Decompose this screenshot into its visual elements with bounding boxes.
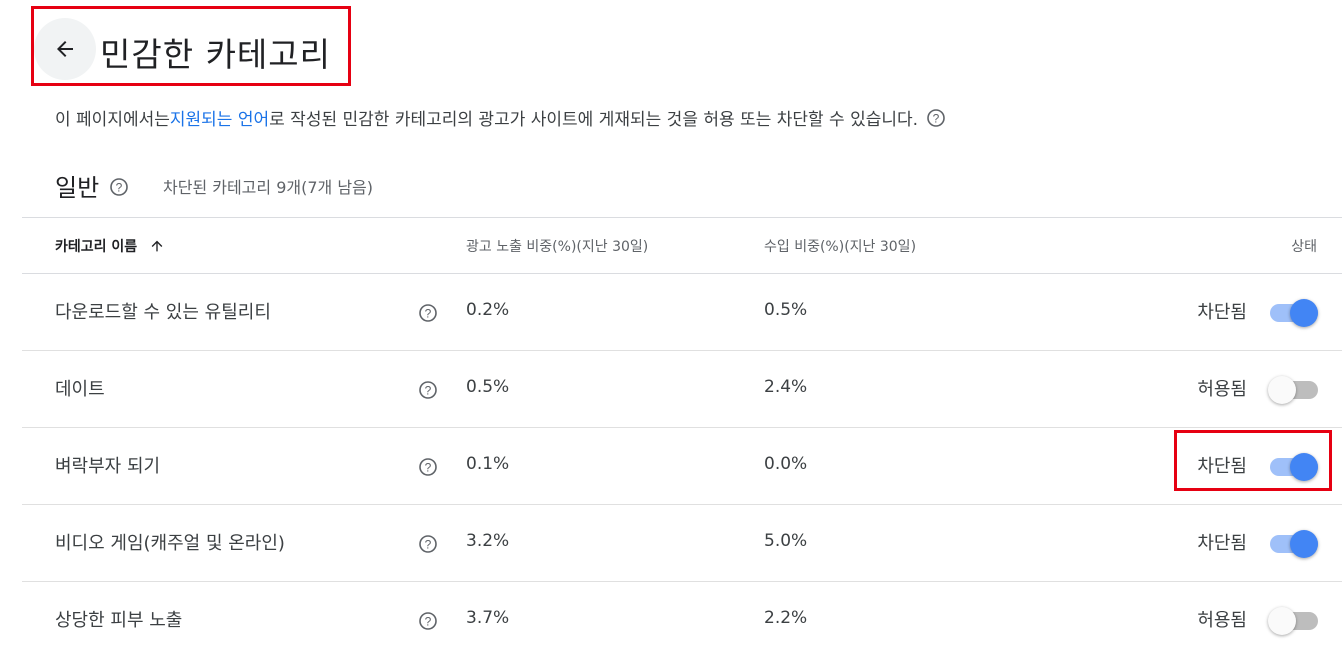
column-header-name[interactable]: 카테고리 이름 <box>55 236 165 256</box>
svg-text:?: ? <box>425 307 432 321</box>
revenue-share: 0.5% <box>764 300 808 320</box>
toggle-knob <box>1290 530 1318 558</box>
revenue-share: 2.2% <box>764 608 808 628</box>
impression-share: 3.7% <box>466 608 510 628</box>
help-circle-icon[interactable]: ? <box>418 611 438 636</box>
table-row: 다운로드할 수 있는 유틸리티? 0.2% 0.5% 차단됨 <box>22 274 1342 351</box>
impression-share: 0.1% <box>466 454 510 474</box>
category-name: 상당한 피부 노출 <box>55 610 183 631</box>
svg-text:?: ? <box>425 538 432 552</box>
status-toggle[interactable] <box>1269 294 1321 330</box>
blocked-summary: 차단된 카테고리 9개(7개 남음) <box>163 178 374 197</box>
table-row: 상당한 피부 노출? 3.7% 2.2% 허용됨 <box>22 582 1342 659</box>
svg-text:?: ? <box>116 181 123 195</box>
help-circle-icon[interactable]: ? <box>418 380 438 405</box>
table-row: 벼락부자 되기? 0.1% 0.0% 차단됨 <box>22 428 1342 505</box>
categories-table: 카테고리 이름 광고 노출 비중(%)(지난 30일) 수입 비중(%)(지난 … <box>22 217 1342 659</box>
help-circle-icon[interactable]: ? <box>418 457 438 482</box>
page-title: 민감한 카테고리 <box>100 35 332 74</box>
status-toggle[interactable] <box>1268 371 1321 407</box>
table-row: 비디오 게임(캐주얼 및 온라인)? 3.2% 5.0% 차단됨 <box>22 505 1342 582</box>
impression-share: 0.5% <box>466 377 510 397</box>
column-header-name-label: 카테고리 이름 <box>55 239 138 255</box>
section-help-icon[interactable]: ? <box>109 177 129 201</box>
revenue-share: 0.0% <box>764 454 808 474</box>
status-toggle[interactable] <box>1268 602 1321 638</box>
impression-share: 3.2% <box>466 531 510 551</box>
table-row: 데이트? 0.5% 2.4% 허용됨 <box>22 351 1342 428</box>
revenue-share: 2.4% <box>764 377 808 397</box>
svg-text:?: ? <box>425 461 432 475</box>
svg-text:?: ? <box>425 615 432 629</box>
section-title: 일반 <box>55 174 100 202</box>
toggle-knob <box>1268 376 1296 404</box>
back-button[interactable] <box>34 18 96 80</box>
status-label: 허용됨 <box>1197 610 1247 631</box>
supported-languages-link[interactable]: 지원되는 언어 <box>170 105 269 130</box>
category-name: 데이트 <box>55 379 105 400</box>
impression-share: 0.2% <box>466 300 510 320</box>
arrow-up-icon <box>151 240 163 252</box>
description-text-before: 이 페이지에서는 <box>55 110 170 130</box>
revenue-share: 5.0% <box>764 531 808 551</box>
status-label: 차단됨 <box>1197 533 1247 554</box>
category-name: 다운로드할 수 있는 유틸리티 <box>55 302 271 323</box>
toggle-knob <box>1268 607 1296 635</box>
table-body: 다운로드할 수 있는 유틸리티? 0.2% 0.5% 차단됨 데이트? 0.5% 2.4% 허… <box>22 274 1342 659</box>
column-header-status: 상태 <box>1291 239 1317 255</box>
status-label: 차단됨 <box>1197 302 1247 323</box>
table-header: 카테고리 이름 광고 노출 비중(%)(지난 30일) 수입 비중(%)(지난 … <box>22 217 1342 274</box>
description-text-after: 로 작성된 민감한 카테고리의 광고가 사이트에 게재되는 것을 허용 또는 차… <box>269 110 919 130</box>
status-label: 허용됨 <box>1197 379 1247 400</box>
arrow-left-icon <box>57 41 73 57</box>
category-name: 벼락부자 되기 <box>55 456 161 477</box>
svg-text:?: ? <box>425 384 432 398</box>
help-circle-icon[interactable]: ? <box>418 303 438 328</box>
svg-text:?: ? <box>933 111 940 125</box>
toggle-highlight-box <box>1174 430 1332 491</box>
column-header-impressions: 광고 노출 비중(%)(지난 30일) <box>466 239 649 255</box>
column-header-revenue: 수입 비중(%)(지난 30일) <box>764 239 917 255</box>
toggle-knob <box>1290 299 1318 327</box>
page-description: 이 페이지에서는 지원되는 언어 로 작성된 민감한 카테고리의 광고가 사이트… <box>55 105 946 130</box>
help-circle-icon[interactable]: ? <box>926 108 946 128</box>
category-name: 비디오 게임(캐주얼 및 온라인) <box>55 533 285 554</box>
status-toggle[interactable] <box>1269 525 1321 561</box>
help-circle-icon[interactable]: ? <box>418 534 438 559</box>
